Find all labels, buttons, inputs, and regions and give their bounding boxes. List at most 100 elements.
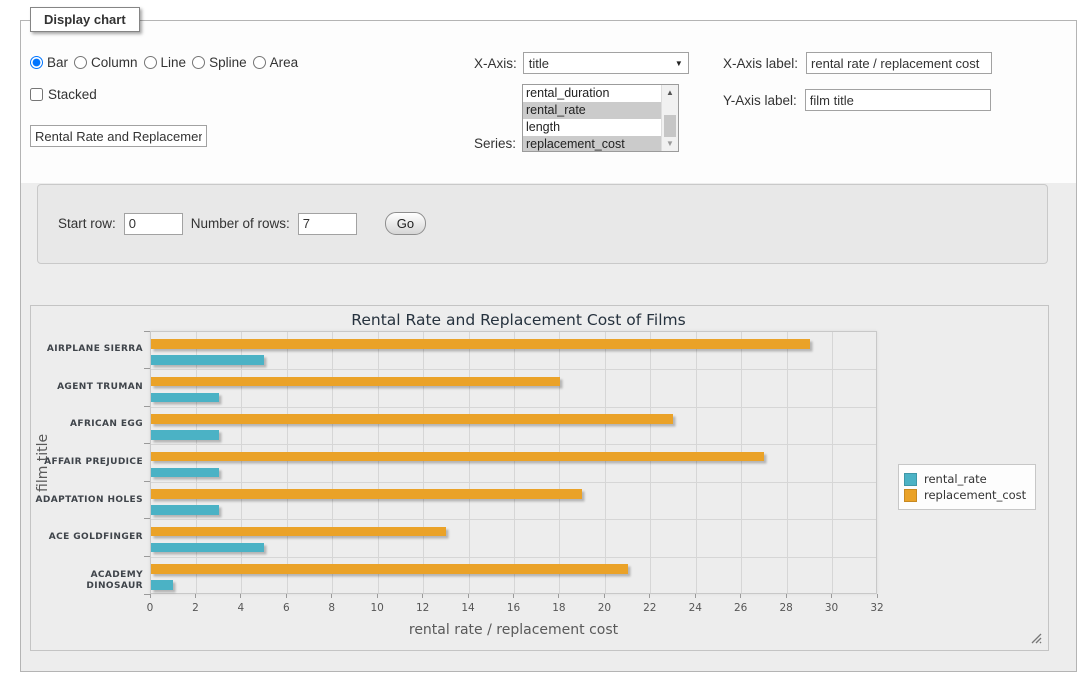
bar-replacement_cost (151, 339, 810, 349)
series-listbox-scrollbar[interactable]: ▲ ▼ (661, 85, 678, 151)
bar-replacement_cost (151, 527, 446, 537)
chart-type-column[interactable]: Column (74, 55, 138, 70)
y-tick-mark (144, 331, 150, 332)
radio-label: Bar (47, 55, 68, 70)
bar-replacement_cost (151, 564, 628, 574)
y-tick-mark (144, 368, 150, 369)
gridline (559, 332, 560, 593)
bar-rental_rate (151, 580, 173, 590)
scroll-up-icon[interactable]: ▲ (662, 85, 678, 100)
radio-label: Line (161, 55, 187, 70)
stacked-option[interactable]: Stacked (30, 87, 97, 102)
chart-type-spline[interactable]: Spline (192, 55, 247, 70)
y-axis-label-input[interactable] (805, 89, 991, 111)
chart-type-line[interactable]: Line (144, 55, 187, 70)
gridline (196, 332, 197, 593)
x-tick-label: 26 (721, 602, 761, 614)
legend-swatch (904, 489, 917, 502)
radio-bar[interactable] (30, 56, 43, 69)
gridline (423, 332, 424, 593)
radio-column[interactable] (74, 56, 87, 69)
y-tick-mark (144, 556, 150, 557)
bar-replacement_cost (151, 377, 560, 387)
series-listbox-options: rental_durationrental_ratelengthreplacem… (523, 85, 661, 151)
legend-swatch (904, 473, 917, 486)
series-option-length[interactable]: length (523, 119, 661, 136)
gridline (514, 332, 515, 593)
x-tick-mark (286, 594, 287, 598)
gridline (241, 332, 242, 593)
x-tick-mark (331, 594, 332, 598)
series-listbox[interactable]: rental_durationrental_ratelengthreplacem… (522, 84, 679, 152)
start-row-input[interactable] (124, 213, 183, 235)
gridline (650, 332, 651, 593)
gridline (287, 332, 288, 593)
x-axis-label-text: X-Axis label: (723, 56, 798, 71)
y-tick-mark (144, 518, 150, 519)
stacked-label: Stacked (48, 87, 97, 102)
chart-plot: AIRPLANE SIERRAAGENT TRUMANAFRICAN EGGAF… (31, 306, 1048, 650)
num-rows-input[interactable] (298, 213, 357, 235)
x-tick-label: 22 (630, 602, 670, 614)
chevron-down-icon: ▼ (675, 59, 683, 68)
bar-rental_rate (151, 543, 264, 553)
x-tick-mark (195, 594, 196, 598)
chart-type-area[interactable]: Area (253, 55, 299, 70)
scrollbar-thumb[interactable] (664, 115, 676, 137)
radio-line[interactable] (144, 56, 157, 69)
chart-legend: rental_rate replacement_cost (898, 464, 1036, 510)
x-tick-mark (695, 594, 696, 598)
bar-replacement_cost (151, 452, 764, 462)
series-option-rental_duration[interactable]: rental_duration (523, 85, 661, 102)
x-axis-select[interactable]: title ▼ (523, 52, 689, 74)
gridline (741, 332, 742, 593)
series-listbox-label: Series: (474, 136, 516, 151)
chart-type-bar[interactable]: Bar (30, 55, 68, 70)
x-tick-mark (604, 594, 605, 598)
x-tick-label: 32 (857, 602, 897, 614)
radio-label: Column (91, 55, 138, 70)
gridline (151, 369, 876, 370)
x-tick-label: 18 (539, 602, 579, 614)
legend-item: rental_rate (904, 472, 1026, 486)
chart-title-input[interactable] (30, 125, 207, 147)
x-tick-mark (831, 594, 832, 598)
radio-spline[interactable] (192, 56, 205, 69)
display-chart-page: Display chart Bar Column Line Spline Area St… (0, 0, 1081, 681)
radio-area[interactable] (253, 56, 266, 69)
plot-grid (150, 331, 877, 594)
x-tick-mark (558, 594, 559, 598)
bar-rental_rate (151, 505, 219, 515)
go-button[interactable]: Go (385, 212, 426, 235)
x-tick-mark (786, 594, 787, 598)
x-axis-label-input[interactable] (806, 52, 992, 74)
legend-label: replacement_cost (924, 488, 1026, 502)
gridline (605, 332, 606, 593)
legend-label: rental_rate (924, 472, 987, 486)
resize-handle-icon[interactable] (1031, 633, 1042, 644)
x-tick-label: 12 (403, 602, 443, 614)
gridline (469, 332, 470, 593)
x-tick-label: 10 (357, 602, 397, 614)
x-tick-mark (468, 594, 469, 598)
x-tick-label: 0 (130, 602, 170, 614)
fieldset-legend: Display chart (30, 7, 140, 32)
bar-replacement_cost (151, 489, 582, 499)
scroll-down-icon[interactable]: ▼ (662, 136, 678, 151)
y-axis-label-row: Y-Axis label: (723, 89, 991, 111)
y-axis-title: film title (35, 331, 51, 594)
bar-rental_rate (151, 468, 219, 478)
series-option-replacement_cost[interactable]: replacement_cost (523, 136, 661, 151)
series-option-rental_rate[interactable]: rental_rate (523, 102, 661, 119)
x-tick-label: 24 (675, 602, 715, 614)
gridline (696, 332, 697, 593)
x-tick-label: 2 (175, 602, 215, 614)
x-tick-label: 8 (312, 602, 352, 614)
stacked-checkbox[interactable] (30, 88, 43, 101)
y-tick-mark (144, 406, 150, 407)
gridline (832, 332, 833, 593)
x-tick-mark (649, 594, 650, 598)
chart-type-group: Bar Column Line Spline Area (30, 55, 304, 70)
x-axis-select-label: X-Axis: (474, 56, 517, 71)
x-axis-label-row: X-Axis label: (723, 52, 992, 74)
